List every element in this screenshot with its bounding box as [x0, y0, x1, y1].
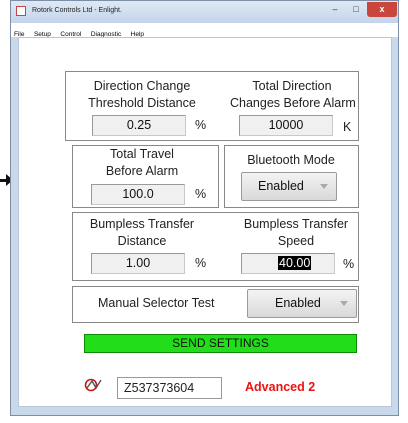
chevron-down-icon	[320, 184, 328, 189]
manual-selector-select[interactable]: Enabled	[247, 289, 357, 318]
direction-change-label-2: Threshold Distance	[88, 96, 196, 110]
bluetooth-label: Bluetooth Mode	[247, 153, 335, 167]
bumpless-speed-value: 40.00	[278, 256, 312, 270]
total-direction-label-1: Total Direction	[252, 79, 332, 93]
maximize-button[interactable]: □	[346, 2, 366, 17]
access-level-label: Advanced 2	[245, 380, 316, 394]
menu-bar: File Setup Control Diagnostic Help	[11, 23, 398, 38]
direction-change-input[interactable]: 0.25	[92, 115, 186, 136]
app-icon	[16, 6, 26, 16]
manual-selector-value: Enabled	[275, 296, 321, 310]
window-title: Rotork Controls Ltd - Enlight.	[32, 7, 122, 14]
direction-change-label-1: Direction Change	[93, 79, 191, 93]
total-travel-label-2: Before Alarm	[105, 164, 179, 178]
total-travel-label-1: Total Travel	[110, 147, 174, 161]
bumpless-distance-label-2: Distance	[117, 234, 167, 248]
bumpless-speed-unit: %	[343, 257, 355, 271]
total-travel-unit: %	[195, 187, 207, 201]
rotork-logo-icon	[84, 376, 106, 394]
bumpless-speed-label-1: Bumpless Transfer	[243, 217, 349, 231]
total-travel-input[interactable]: 100.0	[91, 184, 185, 205]
app-window: Rotork Controls Ltd - Enlight. – □ x Fil…	[10, 0, 399, 416]
total-direction-input[interactable]: 10000	[239, 115, 333, 136]
total-direction-unit: K	[343, 120, 352, 134]
serial-number-field: Z537373604	[117, 377, 222, 399]
bumpless-distance-input[interactable]: 1.00	[91, 253, 185, 274]
chevron-down-icon	[340, 301, 348, 306]
direction-change-unit: %	[195, 118, 207, 132]
total-direction-label-2: Changes Before Alarm	[230, 96, 356, 110]
minimize-button[interactable]: –	[324, 2, 346, 17]
bluetooth-mode-select[interactable]: Enabled	[241, 172, 337, 201]
bumpless-distance-unit: %	[195, 256, 207, 270]
title-bar: Rotork Controls Ltd - Enlight. – □ x	[11, 1, 398, 23]
send-settings-button[interactable]: SEND SETTINGS	[84, 334, 357, 353]
bumpless-distance-label-1: Bumpless Transfer	[89, 217, 195, 231]
manual-selector-label: Manual Selector Test	[98, 296, 215, 310]
bumpless-speed-label-2: Speed	[277, 234, 315, 248]
bumpless-speed-input[interactable]: 40.00	[241, 253, 335, 274]
bluetooth-mode-value: Enabled	[258, 179, 304, 193]
close-button[interactable]: x	[367, 2, 397, 17]
